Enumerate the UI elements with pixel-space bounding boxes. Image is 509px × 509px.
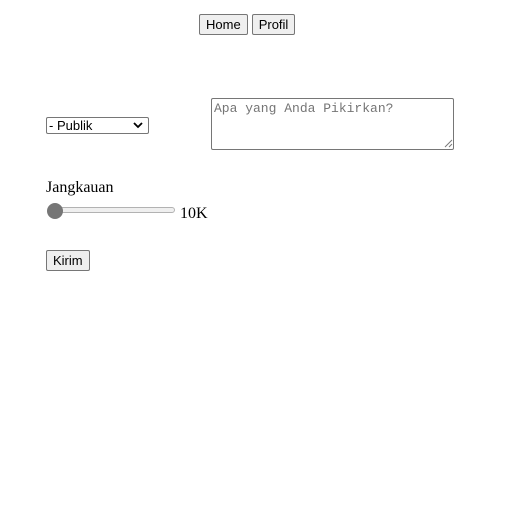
range-slider-thumb[interactable] xyxy=(47,203,63,219)
range-label: Jangkauan xyxy=(46,179,114,196)
visibility-select[interactable]: - Publik xyxy=(46,117,149,134)
range-value: 10K xyxy=(180,205,208,222)
home-button[interactable]: Home xyxy=(199,14,248,35)
range-slider-track[interactable] xyxy=(48,207,175,213)
chevron-down-icon xyxy=(131,119,145,133)
post-textarea[interactable] xyxy=(211,98,454,150)
visibility-select-value: - Publik xyxy=(49,118,93,133)
top-nav: Home Profil xyxy=(199,14,296,35)
resize-grip-icon[interactable] xyxy=(444,139,453,148)
profile-button[interactable]: Profil xyxy=(251,14,296,35)
submit-button[interactable]: Kirim xyxy=(46,250,90,271)
